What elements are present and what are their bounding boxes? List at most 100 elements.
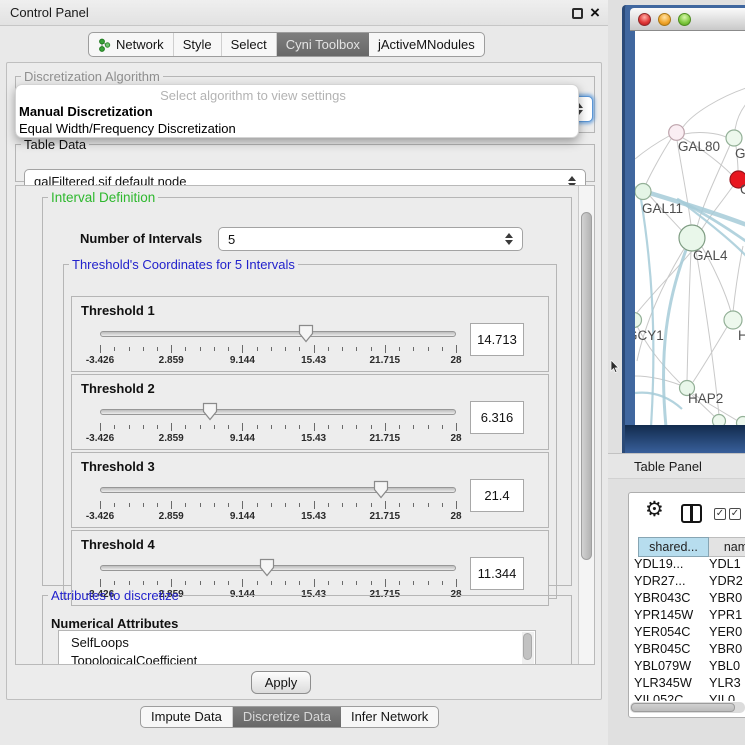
float-window-icon[interactable] <box>572 8 583 19</box>
tab-label: Cyni Toolbox <box>286 33 360 56</box>
tab-label: Network <box>116 33 164 56</box>
scale-label: 21.715 <box>370 511 401 522</box>
list-scrollbar-thumb[interactable] <box>523 633 532 660</box>
right-region: GAL80G.CGAL11GAL4GCY1HHAP2 Table Panel ⚙… <box>608 0 745 745</box>
tab-infer-network[interactable]: Infer Network <box>341 707 438 727</box>
network-canvas[interactable]: GAL80G.CGAL11GAL4GCY1HHAP2 <box>635 31 745 425</box>
scale-label: 21.715 <box>370 433 401 444</box>
main-scrollbar[interactable] <box>578 186 594 664</box>
scale-label: -3.426 <box>86 433 114 444</box>
checkbox-icon[interactable]: ✓ <box>714 508 726 520</box>
thresholds-group: Threshold's Coordinates for 5 Intervals … <box>63 257 557 599</box>
apply-button[interactable]: Apply <box>251 671 311 694</box>
table-row[interactable]: YIL052CYIL0 <box>629 693 745 701</box>
slider-thumb-icon[interactable] <box>259 558 275 577</box>
scale-label: 15.43 <box>301 433 326 444</box>
table-row[interactable]: YDR27...YDR2 <box>629 574 745 591</box>
threshold-slider[interactable]: -3.4262.8599.14415.4321.71528 <box>100 323 456 369</box>
table-row[interactable]: YDL19...YDL1 <box>629 557 745 574</box>
threshold-value-input[interactable] <box>470 323 524 356</box>
tab-impute-data[interactable]: Impute Data <box>141 707 233 727</box>
threshold-panel: Threshold 3 -3.4262.8599.14415.4321.71528 <box>71 452 549 528</box>
slider-track[interactable] <box>100 331 456 337</box>
attribute-list[interactable]: SelfLoopsTopologicalCoefficientBetweenne… <box>58 630 536 665</box>
table-row[interactable]: YBR043CYBR0 <box>629 591 745 608</box>
num-intervals-combobox[interactable]: 5 <box>218 227 523 251</box>
threshold-panel: Threshold 2-3.4262.8599.14415.4321.71528 <box>71 374 549 450</box>
scale-label: -3.426 <box>86 355 114 366</box>
tab-cyni-toolbox[interactable]: Cyni Toolbox <box>277 33 369 56</box>
combo-arrows-icon <box>505 233 513 245</box>
network-node-label: G. <box>735 146 745 161</box>
algorithm-dropdown-popup: Select algorithm to view settings Manual… <box>15 84 579 138</box>
threshold-label: Threshold 1 <box>81 303 155 318</box>
slider-thumb-icon[interactable] <box>202 402 218 421</box>
columns-icon[interactable] <box>681 504 702 523</box>
group-label: Threshold's Coordinates for 5 Intervals <box>69 257 298 272</box>
table-hscrollbar-thumb[interactable] <box>631 703 735 712</box>
threshold-value-input[interactable] <box>470 401 524 434</box>
network-node-label: HAP2 <box>688 391 723 406</box>
network-node[interactable] <box>737 417 745 426</box>
close-icon[interactable]: × <box>590 1 600 25</box>
control-panel: Control Panel × Network Style Select Cyn… <box>0 0 608 745</box>
zoom-traffic-light-icon[interactable] <box>678 13 691 26</box>
slider-track[interactable] <box>100 565 456 571</box>
dropdown-item-equal-width[interactable]: Equal Width/Frequency Discretization <box>16 120 578 137</box>
slider-track[interactable] <box>100 487 456 493</box>
network-node[interactable] <box>635 184 651 200</box>
network-node-label: GAL80 <box>678 139 720 154</box>
network-node-label: H <box>738 328 745 343</box>
attribute-list-item[interactable]: TopologicalCoefficient <box>59 652 535 665</box>
tab-jactivemnodules[interactable]: jActiveMNodules <box>369 33 484 56</box>
close-traffic-light-icon[interactable] <box>638 13 651 26</box>
scale-label: 28 <box>450 511 461 522</box>
checkbox-icon[interactable]: ✓ <box>729 508 741 520</box>
column-header-name[interactable]: name <box>709 537 745 557</box>
interval-definition-group: Interval Definition Number of Intervals … <box>42 190 572 586</box>
table-row[interactable]: YBR045CYBR0 <box>629 642 745 659</box>
tab-network[interactable]: Network <box>89 33 174 56</box>
tab-select[interactable]: Select <box>222 33 277 56</box>
slider-thumb-icon[interactable] <box>298 324 314 343</box>
network-node[interactable] <box>713 415 726 426</box>
network-node[interactable] <box>724 311 742 329</box>
column-header-shared-name[interactable]: shared... <box>638 537 709 557</box>
threshold-value-input[interactable] <box>470 479 524 512</box>
dropdown-item-manual[interactable]: Manual Discretization <box>16 103 578 120</box>
slider-thumb-icon[interactable] <box>373 480 389 499</box>
main-scrollbar-thumb[interactable] <box>581 212 592 560</box>
threshold-slider[interactable]: -3.4262.8599.14415.4321.71528 <box>100 479 456 525</box>
table-hscrollbar[interactable] <box>630 702 745 713</box>
control-panel-titlebar: Control Panel × <box>0 0 608 26</box>
slider-track[interactable] <box>100 409 456 415</box>
combo-value: 5 <box>228 228 235 252</box>
tab-style[interactable]: Style <box>174 33 222 56</box>
network-node-label: GCY1 <box>635 328 664 343</box>
table-row[interactable]: YPR145WYPR1 <box>629 608 745 625</box>
cyni-toolbox-panel: Discretization Algorithm Select algorith… <box>6 62 602 700</box>
table-row[interactable]: YBL079WYBL0 <box>629 659 745 676</box>
gear-icon[interactable]: ⚙ <box>645 497 664 521</box>
attributes-group: Attributes to discretize Numerical Attri… <box>42 588 572 665</box>
network-node-label: GAL4 <box>693 248 728 263</box>
network-node[interactable] <box>669 125 685 141</box>
network-view-window: GAL80G.CGAL11GAL4GCY1HHAP2 <box>622 5 745 455</box>
threshold-value-input[interactable] <box>470 557 524 590</box>
network-node[interactable] <box>635 313 642 328</box>
network-node[interactable] <box>726 130 742 146</box>
top-tab-bar: Network Style Select Cyni Toolbox jActiv… <box>88 32 485 57</box>
scale-label: 2.859 <box>159 511 184 522</box>
threshold-slider[interactable]: -3.4262.8599.14415.4321.71528 <box>100 401 456 447</box>
network-icon <box>98 38 111 52</box>
table-row[interactable]: YER054CYER0 <box>629 625 745 642</box>
minimize-traffic-light-icon[interactable] <box>658 13 671 26</box>
dropdown-hint: Select algorithm to view settings <box>16 88 578 103</box>
network-window-titlebar <box>630 8 745 31</box>
table-row[interactable]: YLR345WYLR3 <box>629 676 745 693</box>
attribute-list-item[interactable]: SelfLoops <box>59 634 535 652</box>
tab-discretize-data[interactable]: Discretize Data <box>233 707 341 727</box>
table-header-row: shared... name <box>629 537 745 557</box>
list-scrollbar[interactable] <box>522 632 534 665</box>
threshold-label: Threshold 3 <box>81 459 155 474</box>
